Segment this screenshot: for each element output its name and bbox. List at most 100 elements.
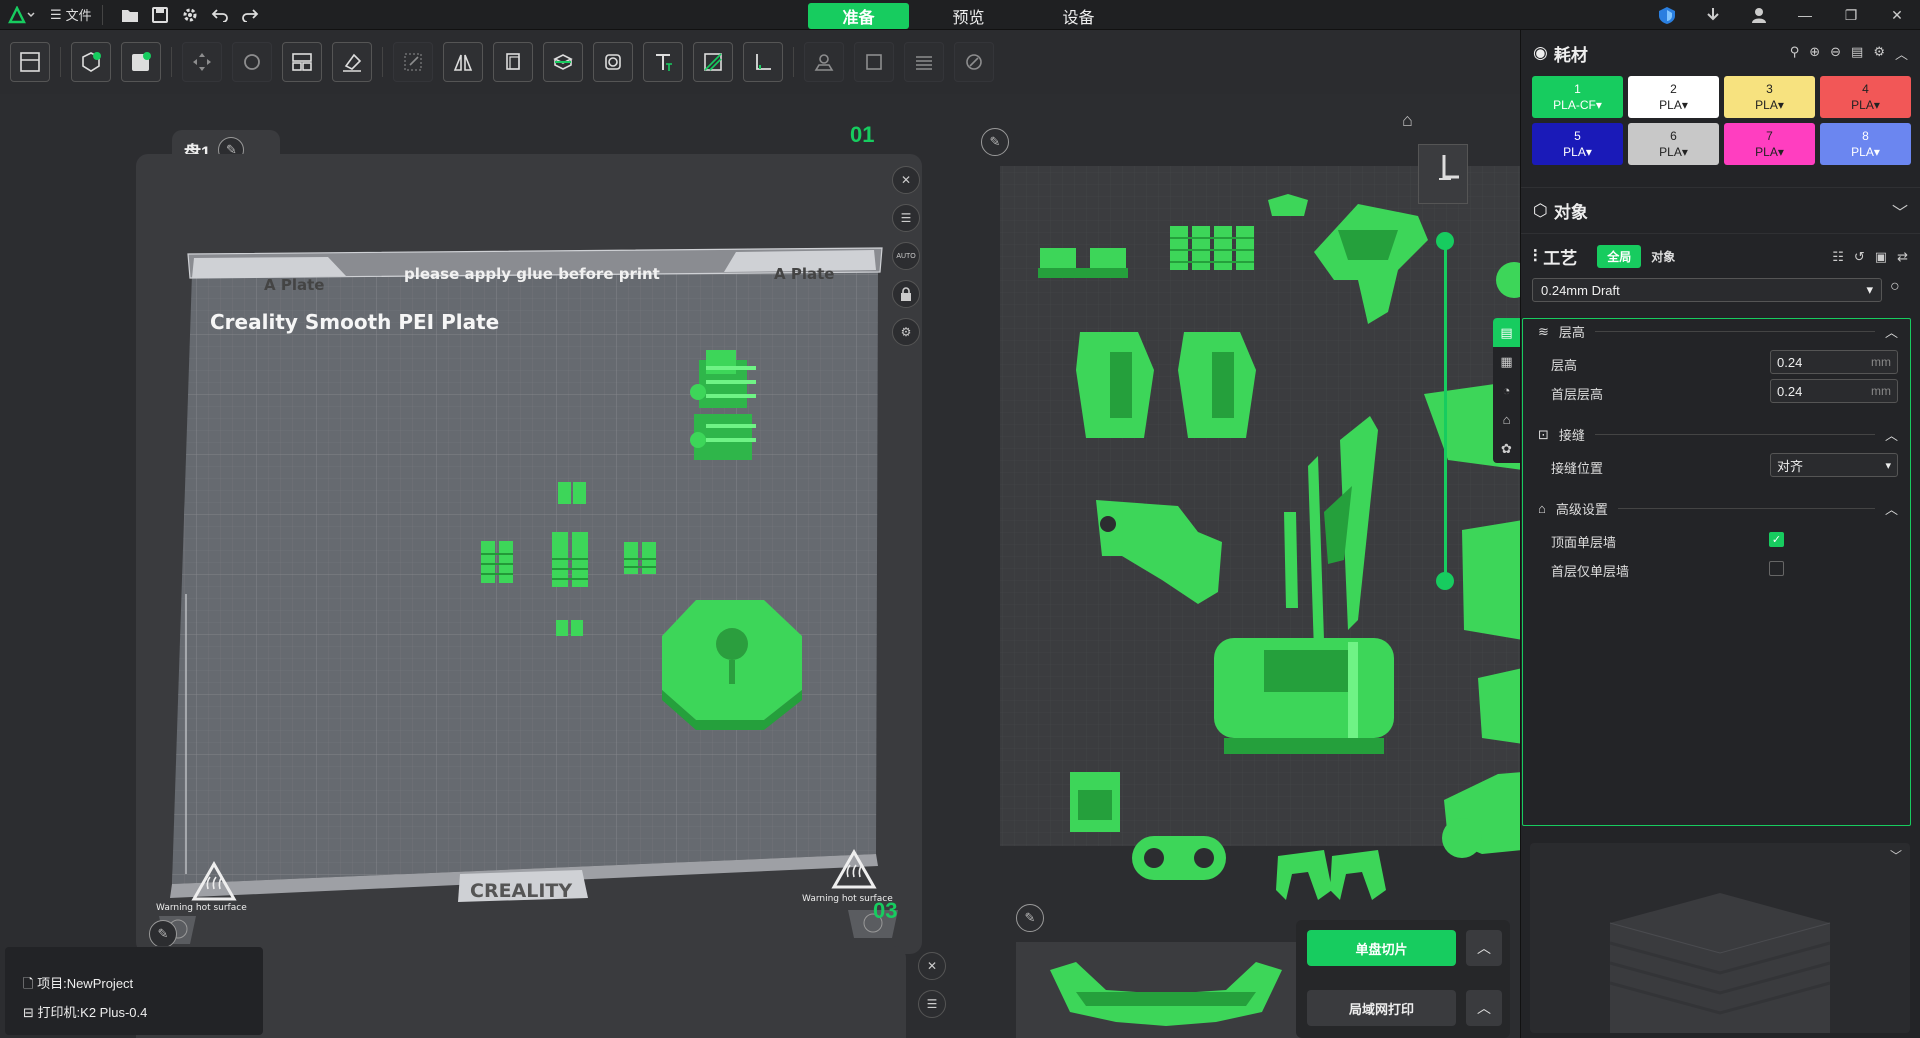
plate4-edit-icon[interactable]: ✎ bbox=[1016, 904, 1044, 932]
cloud-shield-icon[interactable] bbox=[1644, 0, 1690, 30]
add-plate-icon[interactable] bbox=[10, 42, 50, 82]
filament-sync-icon[interactable]: ⚲ bbox=[1790, 44, 1800, 63]
filament-collapse-icon[interactable]: ︿ bbox=[1895, 44, 1908, 63]
boolean-icon[interactable] bbox=[593, 42, 633, 82]
craft-list-icon[interactable]: ☷ bbox=[1832, 249, 1844, 265]
tab-preview[interactable]: 预览 bbox=[918, 3, 1019, 29]
undo-icon[interactable] bbox=[205, 0, 235, 30]
measure-icon[interactable] bbox=[854, 42, 894, 82]
filament-slot-8[interactable]: 8 PLA▾ bbox=[1820, 123, 1911, 165]
arrange-icon[interactable] bbox=[282, 42, 322, 82]
filament-edit-icon[interactable]: ▤ bbox=[1851, 44, 1863, 63]
filament-slot-4[interactable]: 4 PLA▾ bbox=[1820, 76, 1911, 118]
support-paint-icon[interactable] bbox=[693, 42, 733, 82]
close-icon[interactable]: ✕ bbox=[1874, 0, 1920, 30]
print-bed[interactable]: A Plate A Plate please apply glue before… bbox=[136, 154, 926, 984]
close-plate-icon[interactable]: ✕ bbox=[892, 166, 920, 194]
maximize-icon[interactable]: ❐ bbox=[1828, 0, 1874, 30]
layer-slider-track[interactable] bbox=[1444, 240, 1447, 580]
layers-icon[interactable] bbox=[904, 42, 944, 82]
craft-compare-icon[interactable]: ⇄ bbox=[1897, 249, 1908, 265]
first-layer-height-input[interactable]: 0.24 mm bbox=[1770, 379, 1898, 403]
object-expand-icon[interactable]: ﹀ bbox=[1892, 199, 1908, 223]
view-cube[interactable] bbox=[1418, 144, 1468, 204]
assembly-icon[interactable] bbox=[954, 42, 994, 82]
process-preset-select[interactable]: 0.24mm Draft ▾ bbox=[1532, 278, 1882, 302]
settings-gear-icon[interactable] bbox=[175, 0, 205, 30]
save-icon[interactable] bbox=[145, 0, 175, 30]
seam-paint-icon[interactable] bbox=[743, 42, 783, 82]
printer-name[interactable]: 打印机:K2 Plus-0.4 bbox=[38, 1005, 148, 1020]
3d-viewport[interactable]: 盘1 ✎ 01 A Plate A Plate please apply glu… bbox=[0, 94, 1520, 1038]
cut-icon[interactable] bbox=[543, 42, 583, 82]
plate-settings-icon[interactable]: ⚙ bbox=[892, 318, 920, 346]
preset-search-icon[interactable]: ○ bbox=[1890, 278, 1900, 296]
filament-slot-6[interactable]: 6 PLA▾ bbox=[1628, 123, 1719, 165]
redo-icon[interactable] bbox=[235, 0, 265, 30]
download-icon[interactable] bbox=[1690, 0, 1736, 30]
user-avatar-icon[interactable] bbox=[1736, 0, 1782, 30]
filament-settings-icon[interactable]: ⚙ bbox=[1873, 44, 1885, 63]
text-icon[interactable] bbox=[643, 42, 683, 82]
mirror-icon[interactable] bbox=[443, 42, 483, 82]
toggle-object[interactable]: 对象 bbox=[1641, 245, 1685, 268]
plate-list-icon[interactable]: ☰ bbox=[892, 204, 920, 232]
model-part-bow[interactable] bbox=[1132, 836, 1226, 880]
filament-slot-3[interactable]: 3 PLA▾ bbox=[1724, 76, 1815, 118]
model-part-torso[interactable] bbox=[1214, 638, 1394, 754]
craft-reset-icon[interactable]: ↺ bbox=[1854, 249, 1865, 265]
layer-height-input[interactable]: 0.24 mm bbox=[1770, 350, 1898, 374]
preview-collapse-icon[interactable]: ﹀ bbox=[1890, 847, 1902, 864]
layer-group-header[interactable]: ≋ 层高 ︿ bbox=[1538, 322, 1898, 341]
filament-slot-2[interactable]: 2 PLA▾ bbox=[1628, 76, 1719, 118]
quality-tab-icon[interactable]: ▤ bbox=[1493, 318, 1520, 347]
close-plate3-icon[interactable]: ✕ bbox=[918, 952, 946, 980]
lock-icon[interactable] bbox=[892, 280, 920, 308]
first-layer-single-wall-checkbox[interactable] bbox=[1769, 561, 1784, 576]
model-part-joint[interactable] bbox=[1070, 772, 1120, 832]
strength-tab-icon[interactable]: ▦ bbox=[1493, 347, 1520, 376]
speed-tab-icon[interactable]: ◔ bbox=[1493, 376, 1520, 405]
lay-on-face-icon[interactable] bbox=[332, 42, 372, 82]
filament-slot-5[interactable]: 5 PLA▾ bbox=[1532, 123, 1623, 165]
plate3-edit-icon[interactable]: ✎ bbox=[149, 920, 177, 948]
others-tab-icon[interactable]: ✿ bbox=[1493, 434, 1520, 463]
model-part-clamps[interactable] bbox=[1276, 850, 1386, 900]
layer-slider-bottom-handle[interactable] bbox=[1436, 572, 1454, 590]
lan-print-button[interactable]: 局域网打印 bbox=[1307, 990, 1456, 1026]
object-section-header[interactable]: ⬡ 对象 ﹀ bbox=[1521, 187, 1920, 233]
filament-slot-7[interactable]: 7 PLA▾ bbox=[1724, 123, 1815, 165]
add-filament-icon[interactable]: ⊕ bbox=[1809, 44, 1820, 63]
toggle-global[interactable]: 全局 bbox=[1597, 245, 1642, 268]
slice-options-chevron-icon[interactable]: ︿ bbox=[1466, 930, 1502, 966]
layer-slider-top-handle[interactable] bbox=[1436, 232, 1454, 250]
top-single-wall-checkbox[interactable]: ✓ bbox=[1769, 532, 1784, 547]
seam-position-select[interactable]: 对齐 ▾ bbox=[1770, 453, 1898, 477]
model-part-round-base[interactable] bbox=[662, 600, 802, 730]
home-view-icon[interactable]: ⌂ bbox=[1402, 110, 1426, 132]
advanced-group-header[interactable]: ⌂ 高级设置 ︿ bbox=[1538, 499, 1898, 518]
app-logo-icon[interactable] bbox=[0, 0, 44, 30]
slice-single-plate-button[interactable]: 单盘切片 bbox=[1307, 930, 1456, 966]
model-part-bracket[interactable] bbox=[690, 350, 756, 460]
move-icon[interactable] bbox=[182, 42, 222, 82]
add-object-plate-icon[interactable] bbox=[121, 42, 161, 82]
color-paint-icon[interactable] bbox=[804, 42, 844, 82]
plate2-bed[interactable] bbox=[978, 160, 1520, 950]
open-folder-icon[interactable] bbox=[115, 0, 145, 30]
seam-group-header[interactable]: ⊡ 接缝 ︿ bbox=[1538, 425, 1898, 444]
scale-icon[interactable] bbox=[393, 42, 433, 82]
plate4-bed[interactable] bbox=[1016, 942, 1316, 1038]
rotate-icon[interactable] bbox=[232, 42, 272, 82]
tab-device[interactable]: 设备 bbox=[1028, 3, 1129, 29]
minimize-icon[interactable]: — bbox=[1782, 0, 1828, 30]
print-options-chevron-icon[interactable]: ︿ bbox=[1466, 990, 1502, 1026]
file-menu-button[interactable]: ☰ 文件 bbox=[44, 4, 103, 25]
craft-save-icon[interactable]: ▣ bbox=[1875, 249, 1887, 265]
copy-icon[interactable] bbox=[493, 42, 533, 82]
auto-arrange-icon[interactable]: AUTO bbox=[892, 242, 920, 270]
remove-filament-icon[interactable]: ⊖ bbox=[1830, 44, 1841, 63]
plate3-list-icon[interactable]: ☰ bbox=[918, 990, 946, 1018]
support-tab-icon[interactable]: ⌂ bbox=[1493, 405, 1520, 434]
add-model-icon[interactable] bbox=[71, 42, 111, 82]
